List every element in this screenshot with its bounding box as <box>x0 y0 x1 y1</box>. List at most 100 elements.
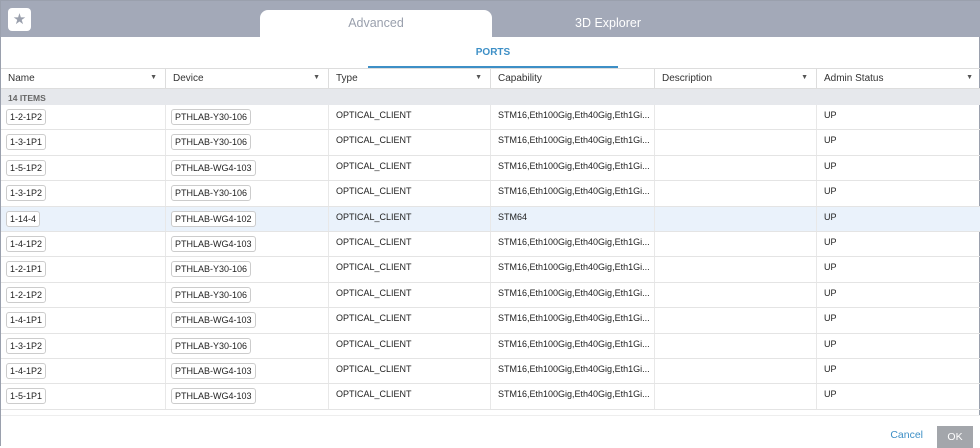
chevron-down-icon[interactable]: ▼ <box>313 74 320 81</box>
cell-type: OPTICAL_CLIENT <box>329 358 491 384</box>
cell-admin-status: UP <box>824 186 837 197</box>
cell-device: PTHLAB-WG4-103 <box>166 231 329 257</box>
chevron-down-icon[interactable]: ▼ <box>966 74 973 81</box>
table-row[interactable]: 1-4-1P1 PTHLAB-WG4-103 OPTICAL_CLIENT STM16… <box>1 308 980 334</box>
device-chip: PTHLAB-WG4-103 <box>171 235 256 252</box>
cell-name: 1-4-1P2 <box>1 358 166 384</box>
cell-admin-status: UP <box>824 338 837 349</box>
subtab-ports[interactable]: PORTS <box>368 37 618 68</box>
table-row[interactable]: 1-5-1P1 PTHLAB-WG4-103 OPTICAL_CLIENT STM16… <box>1 384 980 410</box>
device-chip: PTHLAB-WG4-102 <box>171 210 256 227</box>
device-chip: PTHLAB-Y30-106 <box>171 337 252 354</box>
table-row[interactable]: 1-3-1P1 PTHLAB-Y30-106 OPTICAL_CLIENT STM16… <box>1 130 980 156</box>
cell-description <box>655 333 817 358</box>
cell-device: PTHLAB-Y30-106 <box>166 333 329 358</box>
cell-type: OPTICAL_CLIENT <box>329 181 491 206</box>
top-bar: ★ Advanced 3D Explorer <box>1 1 980 37</box>
cell-type: OPTICAL_CLIENT <box>329 257 491 282</box>
name-chip: 1-2-1P2 <box>6 109 47 125</box>
cell-admin-status: UP <box>824 363 837 374</box>
cell-description <box>655 155 817 181</box>
dialog-footer: Cancel OK <box>1 415 980 448</box>
cell-type: OPTICAL_CLIENT <box>329 333 491 358</box>
cell-description <box>655 384 817 409</box>
column-header-admin-status[interactable]: Admin Status ▼ <box>817 69 980 88</box>
name-chip: 1-4-1P1 <box>6 312 47 329</box>
cell-capability: STM16,Eth100Gig,Eth40Gig,Eth1Gi... <box>491 308 655 333</box>
column-header-description[interactable]: Description ▼ <box>655 69 817 88</box>
device-chip: PTHLAB-WG4-103 <box>171 312 256 329</box>
column-label: Admin Status <box>824 73 884 84</box>
table-row[interactable]: 1-2-1P1 PTHLAB-Y30-106 OPTICAL_CLIENT STM16… <box>1 257 980 283</box>
name-chip: 1-3-1P2 <box>6 185 47 202</box>
cell-name: 1-4-1P1 <box>1 308 166 333</box>
cell-capability: STM16,Eth100Gig,Eth40Gig,Eth1Gi... <box>491 358 655 384</box>
cell-device: PTHLAB-Y30-106 <box>166 181 329 206</box>
cell-type: OPTICAL_CLIENT <box>329 231 491 257</box>
chevron-down-icon[interactable]: ▼ <box>150 74 157 81</box>
items-count: 14 ITEMS <box>1 89 980 105</box>
cell-type: OPTICAL_CLIENT <box>329 308 491 333</box>
table-header: Name ▼ Device ▼ Type ▼ Capability Descripti… <box>1 68 980 89</box>
table-row[interactable]: 1-3-1P2 PTHLAB-Y30-106 OPTICAL_CLIENT STM16… <box>1 333 980 359</box>
cell-device: PTHLAB-WG4-103 <box>166 384 329 409</box>
table-row[interactable]: 1-14-4 PTHLAB-WG4-102 OPTICAL_CLIENT STM64 U… <box>1 206 980 232</box>
cancel-button[interactable]: Cancel <box>890 429 923 441</box>
chevron-down-icon[interactable]: ▼ <box>801 74 808 81</box>
column-label: Description <box>662 73 713 84</box>
cell-name: 1-5-1P2 <box>1 155 166 181</box>
name-chip: 1-3-1P1 <box>6 134 47 151</box>
cell-device: PTHLAB-WG4-102 <box>166 206 329 231</box>
table-row[interactable]: 1-2-1P2 PTHLAB-Y30-106 OPTICAL_CLIENT STM16… <box>1 105 980 131</box>
cell-admin-status: UP <box>824 262 837 273</box>
cell-admin-status: UP <box>824 313 837 324</box>
device-chip: PTHLAB-WG4-103 <box>171 388 256 405</box>
name-chip: 1-4-1P2 <box>6 362 47 379</box>
cell-capability: STM16,Eth100Gig,Eth40Gig,Eth1Gi... <box>491 231 655 257</box>
column-label: Device <box>173 73 204 84</box>
table-row[interactable]: 1-4-1P2 PTHLAB-WG4-103 OPTICAL_CLIENT STM16… <box>1 231 980 258</box>
ok-button[interactable]: OK <box>937 426 973 448</box>
cell-type: OPTICAL_CLIENT <box>329 384 491 409</box>
cell-capability: STM16,Eth100Gig,Eth40Gig,Eth1Gi... <box>491 282 655 308</box>
cell-name: 1-3-1P1 <box>1 130 166 155</box>
cell-description <box>655 206 817 231</box>
cell-description <box>655 308 817 333</box>
cell-description <box>655 105 817 130</box>
name-chip: 1-14-4 <box>6 210 41 227</box>
cell-admin-status: UP <box>824 135 837 146</box>
cell-type: OPTICAL_CLIENT <box>329 155 491 181</box>
device-chip: PTHLAB-Y30-106 <box>171 261 252 278</box>
cell-admin-status: UP <box>824 236 837 247</box>
name-chip: 1-5-1P1 <box>6 388 47 405</box>
device-chip: PTHLAB-Y30-106 <box>171 185 252 202</box>
cell-name: 1-2-1P1 <box>1 257 166 282</box>
column-header-name[interactable]: Name ▼ <box>1 69 166 88</box>
table-row[interactable]: 1-4-1P2 PTHLAB-WG4-103 OPTICAL_CLIENT STM16… <box>1 358 980 385</box>
cell-description <box>655 358 817 384</box>
column-header-type[interactable]: Type ▼ <box>329 69 491 88</box>
favorite-star-icon[interactable]: ★ <box>8 8 31 31</box>
tab-advanced[interactable]: Advanced <box>260 10 492 37</box>
cell-device: PTHLAB-Y30-106 <box>166 282 329 308</box>
name-chip: 1-2-1P2 <box>6 286 47 303</box>
name-chip: 1-2-1P1 <box>6 261 47 278</box>
table-row[interactable]: 1-2-1P2 PTHLAB-Y30-106 OPTICAL_CLIENT STM16… <box>1 282 980 309</box>
table-row[interactable]: 1-3-1P2 PTHLAB-Y30-106 OPTICAL_CLIENT STM16… <box>1 181 980 207</box>
cell-device: PTHLAB-WG4-103 <box>166 308 329 333</box>
column-label: Capability <box>498 73 542 84</box>
device-chip: PTHLAB-Y30-106 <box>171 109 252 125</box>
tab-3d-explorer[interactable]: 3D Explorer <box>492 10 724 37</box>
chevron-down-icon[interactable]: ▼ <box>475 74 482 81</box>
column-header-capability[interactable]: Capability <box>491 69 655 88</box>
cell-device: PTHLAB-WG4-103 <box>166 358 329 384</box>
cell-capability: STM16,Eth100Gig,Eth40Gig,Eth1Gi... <box>491 181 655 206</box>
device-chip: PTHLAB-WG4-103 <box>171 362 256 379</box>
cell-name: 1-3-1P2 <box>1 181 166 206</box>
column-header-device[interactable]: Device ▼ <box>166 69 329 88</box>
cell-type: OPTICAL_CLIENT <box>329 105 491 130</box>
cell-capability: STM16,Eth100Gig,Eth40Gig,Eth1Gi... <box>491 130 655 155</box>
cell-capability: STM64 <box>491 206 655 231</box>
table-row[interactable]: 1-5-1P2 PTHLAB-WG4-103 OPTICAL_CLIENT STM16… <box>1 155 980 182</box>
cell-capability: STM16,Eth100Gig,Eth40Gig,Eth1Gi... <box>491 155 655 181</box>
